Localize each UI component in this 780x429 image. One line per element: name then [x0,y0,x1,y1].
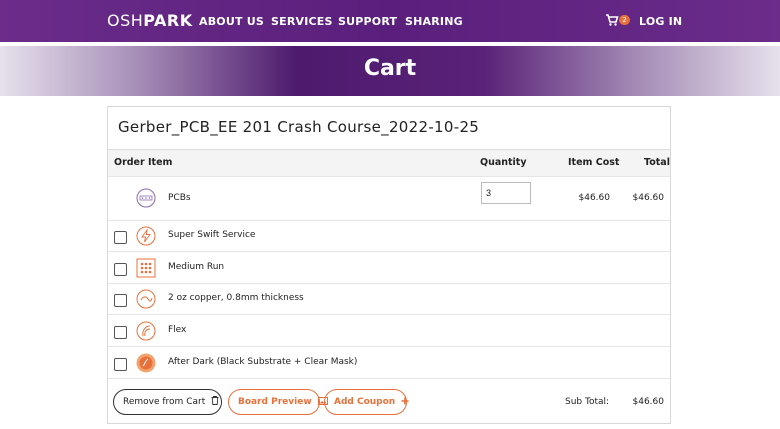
pcb-total: $46.60 [632,193,665,203]
option-row-after-dark: After Dark (Black Substrate + Clear Mask… [108,346,670,379]
option-row-super-swift: Super Swift Service [108,220,670,252]
board-preview-button[interactable]: Board Preview [228,389,328,415]
add-coupon-button[interactable]: Add Coupon [324,389,409,415]
header-item-cost: Item Cost [568,157,620,168]
top-navigation: OSHPARK ABOUT US SERVICES SUPPORT SHARIN… [0,0,780,42]
nav-support[interactable]: SUPPORT [338,15,397,28]
cart-panel: Gerber_PCB_EE 201 Crash Course_2022-10-2… [107,106,671,424]
pcb-icon [136,188,156,208]
header-order-item: Order Item [114,157,173,168]
option-label: After Dark (Black Substrate + Clear Mask… [168,357,358,367]
option-row-copper: 2 oz copper, 0.8mm thickness [108,283,670,315]
option-label: 2 oz copper, 0.8mm thickness [168,293,304,303]
cart-count-badge: 2 [619,15,630,25]
nav-about-us[interactable]: ABOUT US [199,15,264,28]
option-label: Flex [168,325,187,335]
option-label: Medium Run [168,262,225,272]
oshpark-logo[interactable]: OSHPARK [107,11,193,30]
option-row-flex: Flex [108,314,670,347]
subtotal-label: Sub Total: [565,397,610,407]
flex-checkbox[interactable] [114,326,127,339]
cart-icon[interactable] [605,13,619,27]
header-total: Total [644,157,670,168]
trash-icon [211,396,219,405]
after-dark-checkbox[interactable] [114,358,127,371]
coupon-button-label: Add Coupon [334,397,396,407]
project-title: Gerber_PCB_EE 201 Crash Course_2022-10-2… [118,118,480,136]
nav-login[interactable]: LOG IN [639,15,682,28]
table-row-pcb: PCBs $46.60 $46.60 [108,176,670,221]
subtotal-value: $46.60 [632,397,665,407]
option-label: Super Swift Service [168,230,256,240]
plus-icon [401,397,409,405]
remove-button-label: Remove from Cart [123,397,206,407]
flex-icon [136,321,156,341]
preview-button-label: Board Preview [238,397,312,407]
table-header: Order Item Quantity Item Cost Total [108,149,670,176]
divider [108,378,670,379]
super-swift-checkbox[interactable] [114,231,127,244]
copper-checkbox[interactable] [114,294,127,307]
header-quantity: Quantity [480,157,527,168]
page-title: Cart [363,56,417,81]
remove-from-cart-button[interactable]: Remove from Cart [113,389,222,415]
copper-icon [136,289,156,309]
pcb-label: PCBs [168,193,191,203]
medium-run-checkbox[interactable] [114,263,127,276]
lightning-icon [136,226,156,246]
option-row-medium-run: Medium Run [108,251,670,284]
after-dark-icon [136,353,156,373]
quantity-input[interactable] [481,182,531,204]
nav-sharing[interactable]: SHARING [405,15,463,28]
grid-icon [136,258,156,278]
nav-services[interactable]: SERVICES [271,15,333,28]
pcb-item-cost: $46.60 [578,193,611,203]
